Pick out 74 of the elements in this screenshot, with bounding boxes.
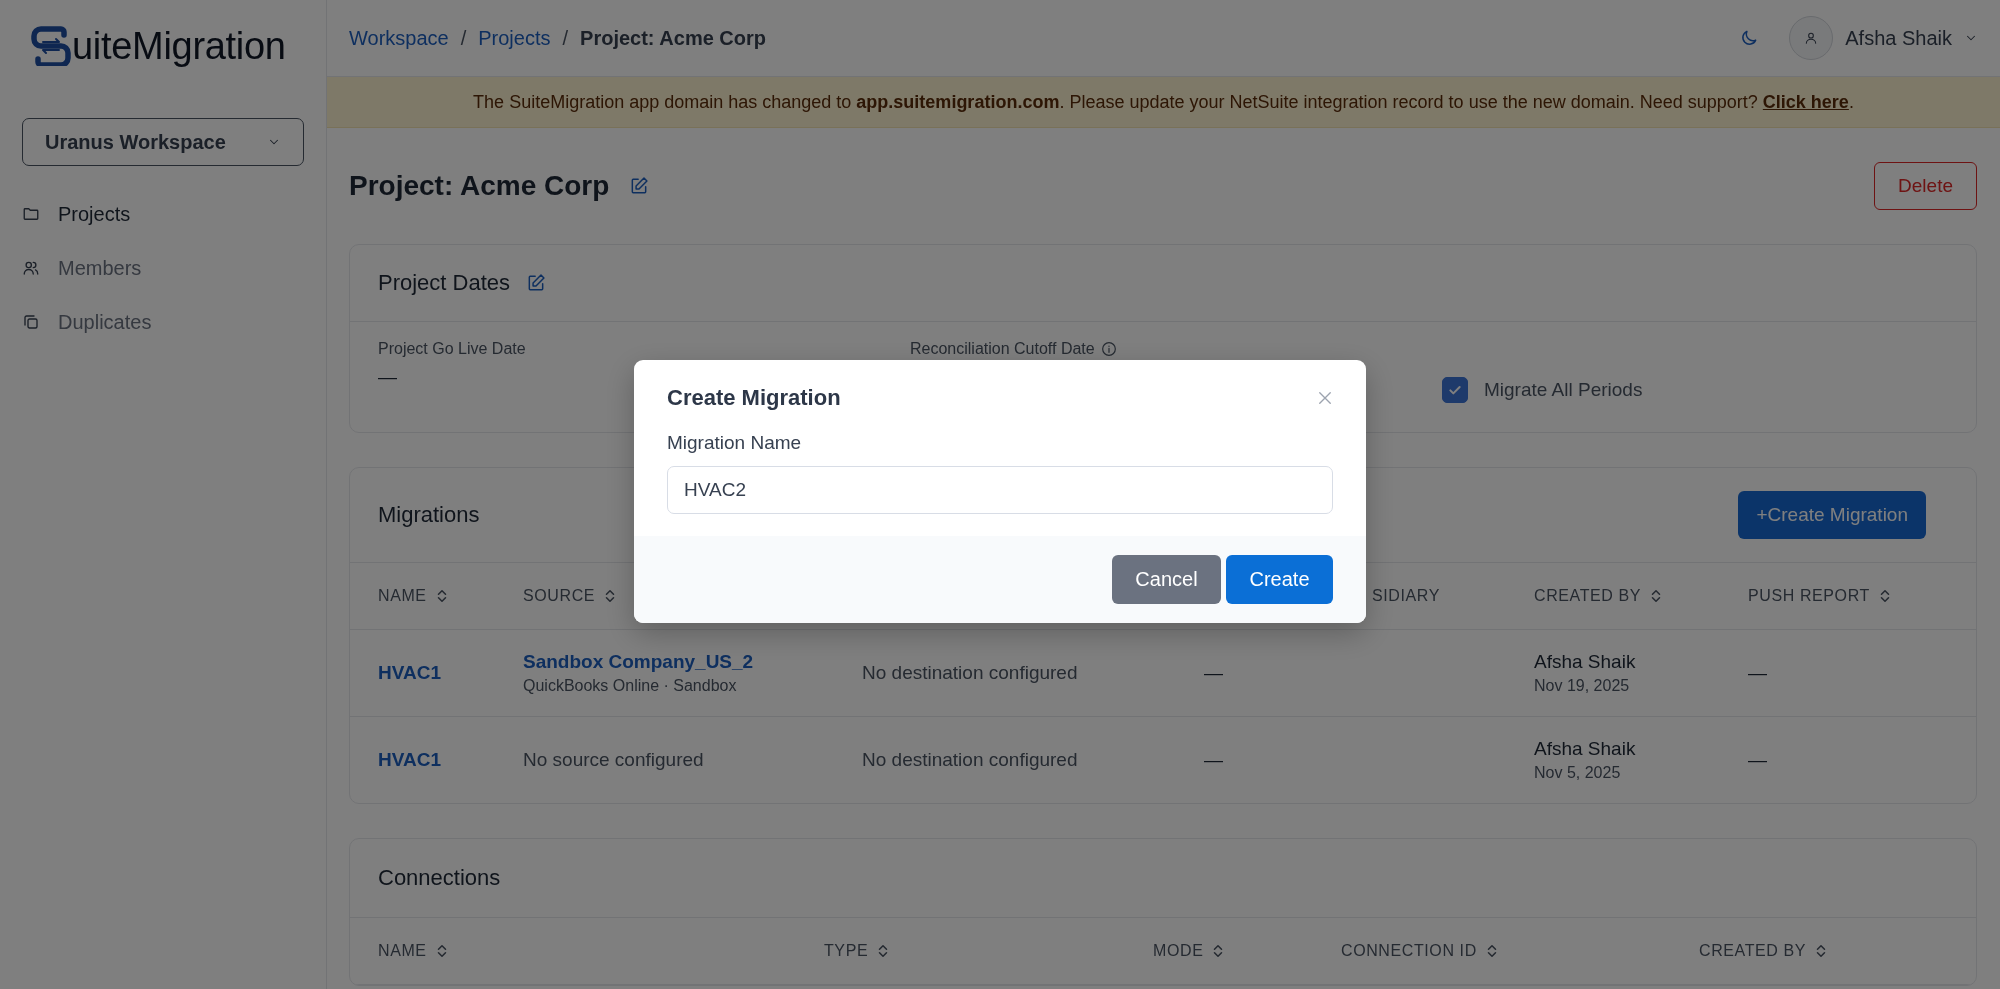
source-link[interactable]: Sandbox Company_US_2 xyxy=(523,651,862,673)
sort-icon xyxy=(435,589,448,603)
column-header: CONNECTION ID xyxy=(1341,942,1477,960)
info-icon xyxy=(1100,341,1117,357)
sidebar-item[interactable]: Members xyxy=(22,250,304,286)
folder-icon xyxy=(22,205,40,223)
field-label: Reconciliation Cutoff Date xyxy=(910,340,1095,358)
field-label: Migration Name xyxy=(667,432,803,454)
close-button[interactable] xyxy=(1316,389,1334,407)
user-icon xyxy=(1804,31,1819,45)
input-field[interactable]: HVAC2 xyxy=(667,466,1333,514)
breadcrumb-link[interactable]: Projects xyxy=(478,26,551,50)
column-header: CREATED BY xyxy=(1534,587,1642,605)
support-link[interactable]: Click here xyxy=(1762,91,1849,112)
checkbox[interactable] xyxy=(1442,377,1468,403)
sidebar-item[interactable]: Projects xyxy=(22,196,304,232)
sort-icon xyxy=(1878,589,1891,603)
users-icon xyxy=(22,259,40,277)
create-migration-button[interactable]: +Create Migration xyxy=(1738,491,1926,539)
logo-text: uiteMigration xyxy=(72,24,286,68)
creator-name: Afsha Shaik xyxy=(1534,651,1637,673)
card-title: Project Dates xyxy=(378,270,511,296)
sort-icon xyxy=(1485,944,1498,958)
migration-name-link[interactable]: HVAC1 xyxy=(378,662,441,683)
breadcrumb-link[interactable]: Workspace xyxy=(349,26,449,50)
page-title: Project: Acme Corp xyxy=(349,170,610,202)
column-header: NAME xyxy=(378,587,427,605)
column-header: MODE xyxy=(1153,942,1204,960)
sort-icon xyxy=(1650,589,1663,603)
creator-name: Afsha Shaik xyxy=(1534,738,1637,760)
cancel-button[interactable]: Cancel xyxy=(1112,555,1221,604)
migration-name-link[interactable]: HVAC1 xyxy=(378,749,441,770)
delete-button[interactable]: Delete xyxy=(1874,162,1977,210)
edit-icon xyxy=(629,176,650,196)
table-cell: No destination configured xyxy=(862,662,1078,683)
checkbox-label: Migrate All Periods xyxy=(1484,379,1643,401)
user-menu[interactable]: Afsha Shaik xyxy=(1789,16,1978,60)
column-header: SOURCE xyxy=(523,587,596,605)
breadcrumb-separator: / xyxy=(562,26,569,50)
modal-title: Create Migration xyxy=(667,385,841,411)
table-cell: No source configured xyxy=(523,749,704,770)
field-label: Project Go Live Date xyxy=(378,340,526,358)
table-cell: — xyxy=(1204,662,1223,683)
sort-icon xyxy=(1815,944,1828,958)
create-button[interactable]: Create xyxy=(1226,555,1333,604)
column-header: CREATED BY xyxy=(1699,942,1807,960)
sidebar-item[interactable]: Duplicates xyxy=(22,304,304,340)
field-value: — xyxy=(378,366,398,388)
created-date: Nov 5, 2025 xyxy=(1534,764,1622,782)
banner-message: The SuiteMigration app domain has changed to app.suitemigration.com. Please update your NetSuite integration record to use the new domain. Need support? Click here. xyxy=(473,91,1854,113)
created-date: Nov 19, 2025 xyxy=(1534,677,1631,695)
table-cell: — xyxy=(1748,662,1767,683)
column-header: NAME xyxy=(378,942,427,960)
table-cell: — xyxy=(1748,749,1767,770)
copy-icon xyxy=(22,313,40,331)
card-title: Migrations xyxy=(378,502,480,528)
column-header: SIDIARY xyxy=(1372,587,1440,605)
sort-icon xyxy=(877,944,890,958)
workspace-select[interactable]: Uranus Workspace xyxy=(22,118,304,166)
sort-icon xyxy=(604,589,617,603)
table-cell: No destination configured xyxy=(862,749,1078,770)
table-cell: — xyxy=(1204,749,1223,770)
close-icon xyxy=(1316,389,1334,407)
breadcrumb-current: Project: Acme Corp xyxy=(580,26,766,50)
card-title: Connections xyxy=(378,865,501,891)
sort-icon xyxy=(435,944,448,958)
column-header: PUSH REPORT xyxy=(1748,587,1870,605)
user-name: Afsha Shaik xyxy=(1845,26,1952,50)
edit-icon xyxy=(526,273,547,293)
sort-icon xyxy=(1212,944,1225,958)
source-detail: QuickBooks Online · Sandbox xyxy=(523,677,738,695)
breadcrumb-separator: / xyxy=(460,26,467,50)
logo-icon xyxy=(31,26,71,66)
column-header: TYPE xyxy=(824,942,869,960)
